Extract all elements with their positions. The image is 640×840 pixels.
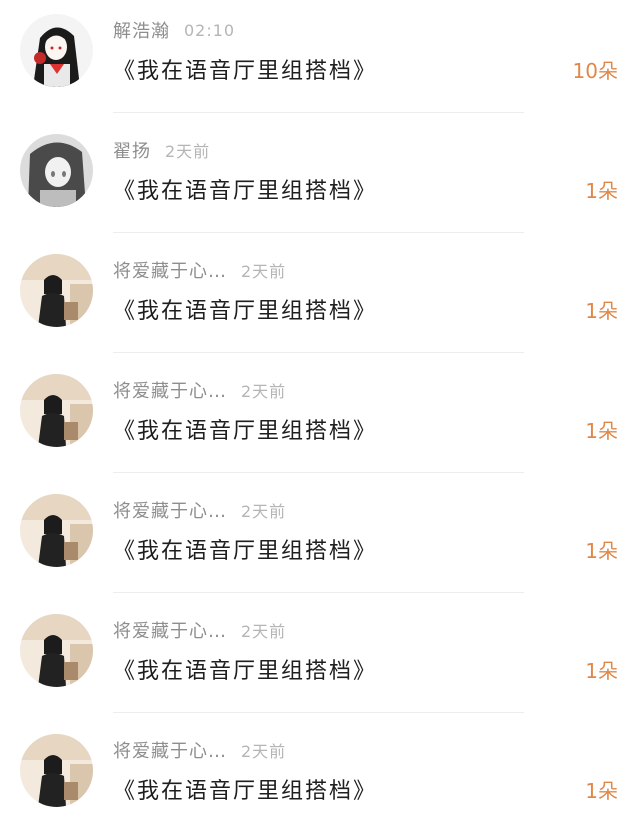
divider (113, 112, 524, 113)
list-item[interactable]: 翟扬 2天前 《我在语音厅里组搭档》 1朵 (0, 120, 640, 240)
timestamp: 2天前 (241, 262, 287, 281)
photo-avatar-icon (20, 734, 93, 807)
gift-count: 1朵 (585, 179, 618, 203)
list-item[interactable]: 将爱藏于心… 2天前 《我在语音厅里组搭档》 1朵 (0, 240, 640, 360)
timestamp: 02:10 (184, 20, 236, 40)
timestamp: 2天前 (241, 382, 287, 401)
message-text: 《我在语音厅里组搭档》 (113, 419, 378, 444)
gift-count: 1朵 (585, 419, 618, 443)
timestamp: 2天前 (241, 622, 287, 641)
photo-avatar-icon (20, 614, 93, 687)
message-text: 《我在语音厅里组搭档》 (113, 179, 378, 204)
photo-avatar-icon (20, 374, 93, 447)
gift-count: 1朵 (585, 779, 618, 803)
gift-count: 1朵 (585, 539, 618, 563)
list-item[interactable]: 将爱藏于心… 2天前 《我在语音厅里组搭档》 1朵 (0, 360, 640, 480)
message-meta: 将爱藏于心… 2天前 (113, 378, 286, 402)
avatar[interactable] (20, 614, 93, 687)
divider (113, 472, 524, 473)
divider (113, 232, 524, 233)
avatar[interactable] (20, 14, 93, 87)
sender-name[interactable]: 将爱藏于心… (113, 257, 227, 283)
gift-count: 1朵 (585, 299, 618, 323)
message-text: 《我在语音厅里组搭档》 (113, 659, 378, 684)
timestamp: 2天前 (241, 742, 287, 761)
message-text: 《我在语音厅里组搭档》 (113, 539, 378, 564)
avatar[interactable] (20, 254, 93, 327)
list-item[interactable]: 将爱藏于心… 2天前 《我在语音厅里组搭档》 1朵 (0, 600, 640, 720)
avatar[interactable] (20, 374, 93, 447)
avatar[interactable] (20, 734, 93, 807)
list-item[interactable]: 解浩瀚 02:10 《我在语音厅里组搭档》 10朵 (0, 0, 640, 120)
avatar[interactable] (20, 134, 93, 207)
anime-avatar-icon (20, 14, 93, 87)
gift-message-list: 解浩瀚 02:10 《我在语音厅里组搭档》 10朵 翟扬 2天前 《我在语音厅里… (0, 0, 640, 810)
divider (113, 712, 524, 713)
sender-name[interactable]: 翟扬 (113, 137, 151, 163)
gift-count: 1朵 (585, 659, 618, 683)
divider (113, 352, 524, 353)
message-meta: 解浩瀚 02:10 (113, 17, 236, 43)
timestamp: 2天前 (241, 502, 287, 521)
list-item[interactable]: 将爱藏于心… 2天前 《我在语音厅里组搭档》 1朵 (0, 720, 640, 840)
message-text: 《我在语音厅里组搭档》 (113, 779, 378, 804)
sender-name[interactable]: 将爱藏于心… (113, 497, 227, 523)
divider (113, 592, 524, 593)
message-meta: 将爱藏于心… 2天前 (113, 738, 286, 762)
message-meta: 将爱藏于心… 2天前 (113, 258, 286, 282)
message-text: 《我在语音厅里组搭档》 (113, 59, 378, 84)
message-meta: 将爱藏于心… 2天前 (113, 618, 286, 642)
sender-name[interactable]: 将爱藏于心… (113, 617, 227, 643)
anime-avatar-icon (20, 134, 93, 207)
sender-name[interactable]: 解浩瀚 (113, 17, 170, 43)
message-text: 《我在语音厅里组搭档》 (113, 299, 378, 324)
list-item[interactable]: 将爱藏于心… 2天前 《我在语音厅里组搭档》 1朵 (0, 480, 640, 600)
sender-name[interactable]: 将爱藏于心… (113, 737, 227, 763)
gift-count: 10朵 (572, 59, 618, 83)
timestamp: 2天前 (165, 142, 211, 161)
photo-avatar-icon (20, 494, 93, 567)
photo-avatar-icon (20, 254, 93, 327)
message-meta: 翟扬 2天前 (113, 138, 210, 162)
avatar[interactable] (20, 494, 93, 567)
message-meta: 将爱藏于心… 2天前 (113, 498, 286, 522)
sender-name[interactable]: 将爱藏于心… (113, 377, 227, 403)
